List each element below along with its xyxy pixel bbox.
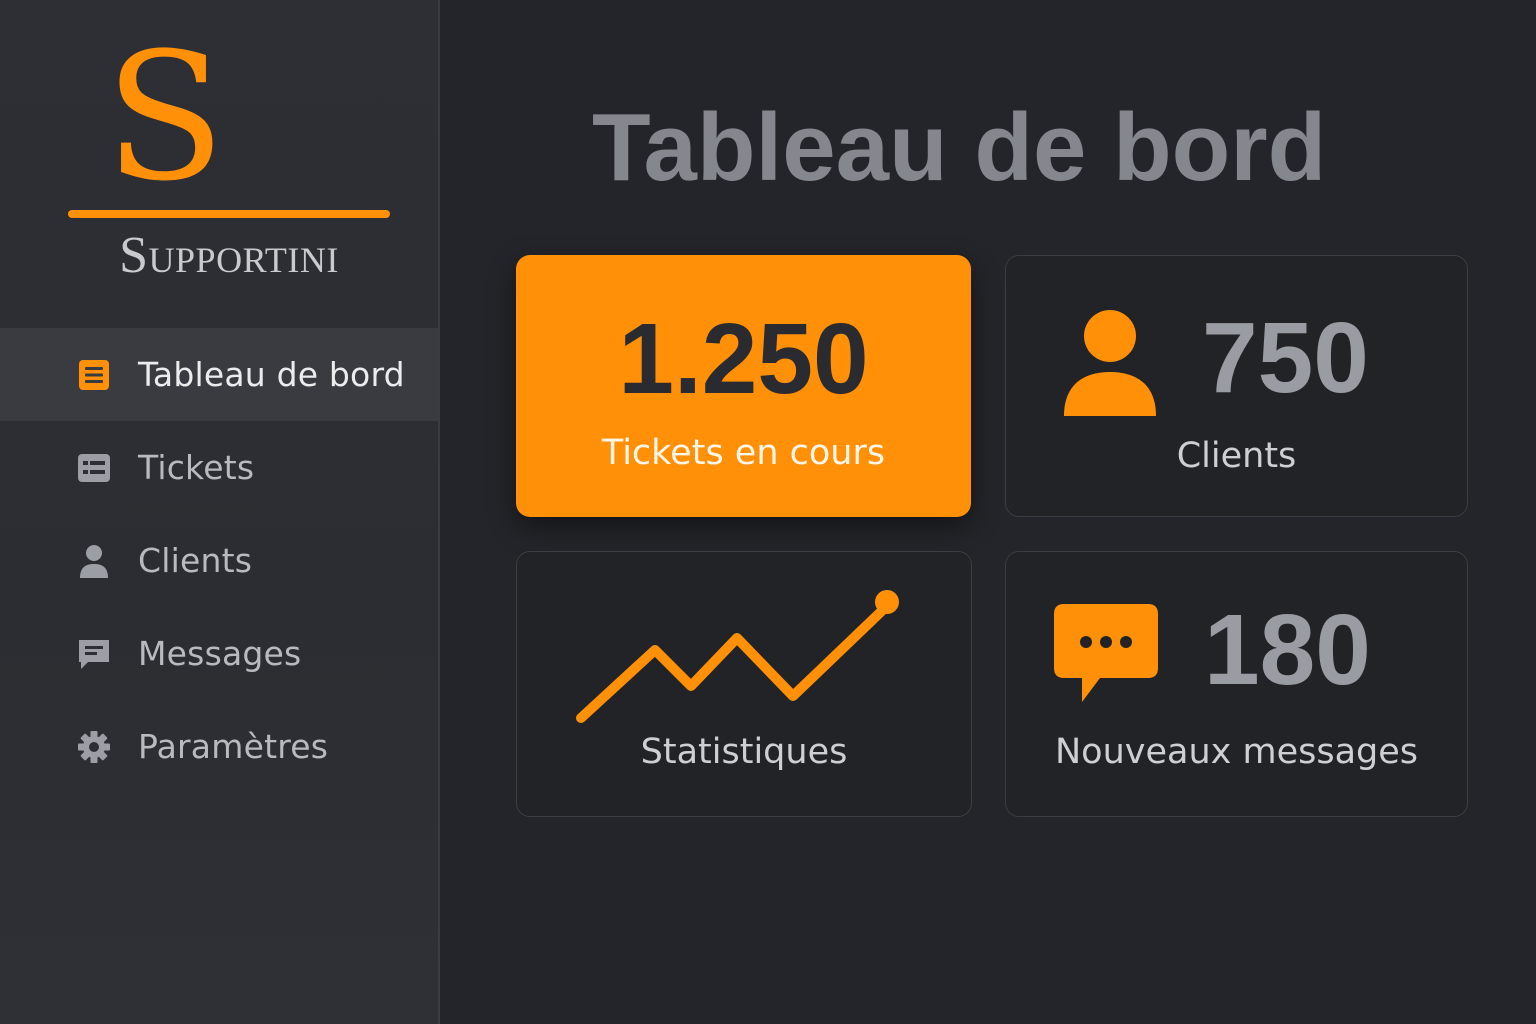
messages-count: 180 xyxy=(1204,594,1371,706)
sidebar-item-messages[interactable]: Messages xyxy=(0,607,438,700)
sidebar-item-label: Messages xyxy=(138,634,302,673)
clients-card[interactable]: 750 Clients xyxy=(1005,255,1468,517)
gear-icon xyxy=(76,729,112,765)
sidebar-nav: Tableau de bord Tickets Clients Messages… xyxy=(0,328,438,793)
app-root: S Supportini Tableau de bord Tickets Cli… xyxy=(0,0,1536,1024)
chat-bubble-icon xyxy=(1052,602,1162,712)
statistics-card[interactable]: Statistiques xyxy=(516,551,972,817)
sidebar-item-label: Clients xyxy=(138,541,253,580)
brand-logo[interactable]: S Supportini xyxy=(68,30,390,290)
logo-monogram: S xyxy=(104,15,226,220)
sidebar-item-label: Tickets xyxy=(138,448,255,487)
sidebar-item-clients[interactable]: Clients xyxy=(0,514,438,607)
page-title: Tableau de bord xyxy=(592,94,1327,201)
dashboard-list-icon xyxy=(76,357,112,393)
tickets-icon xyxy=(76,450,112,486)
user-icon xyxy=(76,543,112,579)
sidebar-item-settings[interactable]: Paramètres xyxy=(0,700,438,793)
sidebar: S Supportini Tableau de bord Tickets Cli… xyxy=(0,0,440,1024)
sidebar-item-label: Tableau de bord xyxy=(138,355,405,394)
message-icon xyxy=(76,636,112,672)
statistics-label: Statistiques xyxy=(640,732,848,772)
clients-label: Clients xyxy=(1176,436,1297,476)
sidebar-item-tickets[interactable]: Tickets xyxy=(0,421,438,514)
messages-label: Nouveaux messages xyxy=(1054,732,1419,772)
messages-card[interactable]: 180 Nouveaux messages xyxy=(1005,551,1468,817)
logo-divider xyxy=(68,210,390,218)
clients-count: 750 xyxy=(1202,302,1369,414)
tickets-count: 1.250 xyxy=(618,303,869,415)
tickets-card[interactable]: 1.250 Tickets en cours xyxy=(516,255,971,517)
sidebar-item-dashboard[interactable]: Tableau de bord xyxy=(0,328,438,421)
brand-name: Supportini xyxy=(119,227,339,284)
tickets-label: Tickets en cours xyxy=(601,433,886,473)
trend-line-icon xyxy=(569,586,929,730)
sidebar-item-label: Paramètres xyxy=(138,727,329,766)
user-icon xyxy=(1060,308,1160,422)
